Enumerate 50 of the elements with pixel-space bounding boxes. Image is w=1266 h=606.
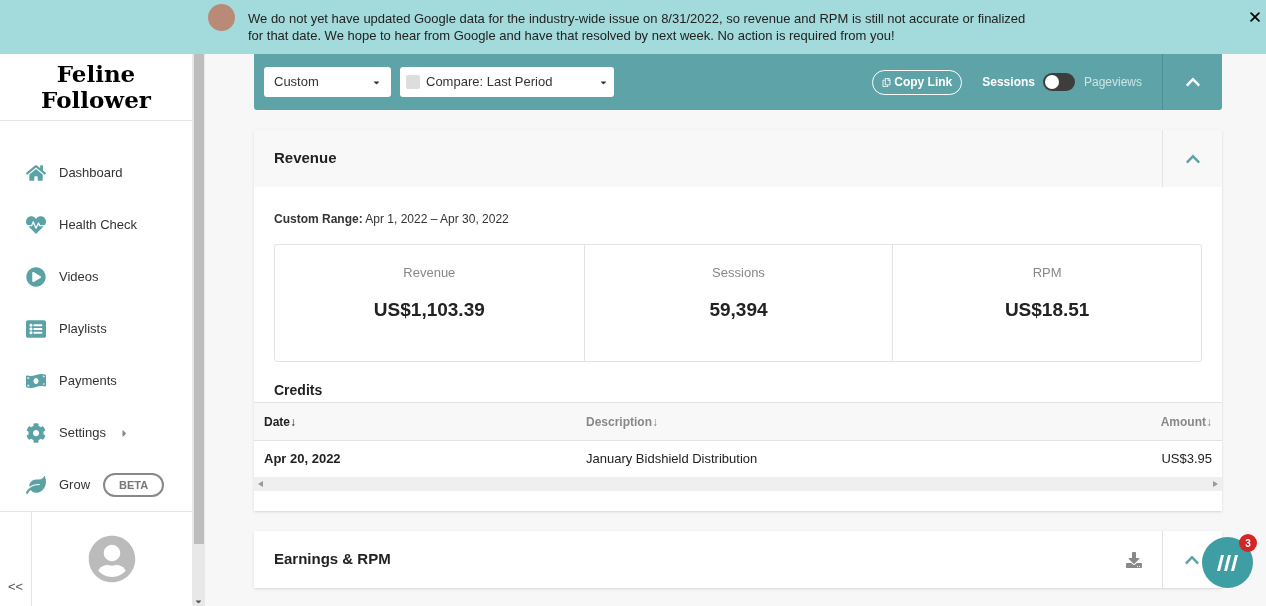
stat-value: US$18.51: [1004, 297, 1090, 322]
table-cell-text: January Bidshield Distribution: [586, 450, 759, 469]
collapse-button[interactable]: <<: [0, 512, 32, 606]
table-cell-text: Apr 20, 2022: [264, 450, 342, 469]
range-dropdown[interactable]: Custom: [264, 67, 391, 97]
home-icon: [26, 163, 46, 183]
scroll-left-icon[interactable]: [258, 481, 263, 487]
collapse-button[interactable]: [1162, 531, 1200, 588]
leaf-icon: [26, 475, 46, 495]
banner-message: We do not yet have updated Google data for the industry-wide issue on 8/31/2022, so revenue and RPM is still not accurate or finalized for that date. We hope to hear from Google and have that resolved by next week. No action is required from you!: [248, 10, 1027, 44]
notification-badge: 3: [1239, 534, 1257, 552]
metric-toggle[interactable]: [1042, 73, 1075, 91]
sidebar-item[interactable]: Health Check: [26, 213, 192, 237]
card-title: Revenue: [274, 148, 338, 169]
download-icon: [1126, 551, 1142, 568]
section-title: Credits: [274, 382, 323, 398]
toggle-label: Pageviews: [1083, 74, 1142, 91]
stat-label: RPM: [1032, 264, 1062, 282]
stat-label: Revenue: [403, 264, 456, 282]
sidebar-item[interactable]: Grow BETA: [26, 473, 192, 497]
logo: Feline Follower: [40, 61, 152, 113]
stat-value: 59,394: [709, 297, 768, 322]
user-avatar-icon: [88, 535, 136, 583]
stat-value: US$1,103.39: [373, 297, 485, 322]
stat-label: Sessions: [712, 264, 765, 282]
list-icon: [26, 319, 46, 339]
beta-badge: BETA: [103, 472, 165, 498]
range-text: Custom Range: Apr 1, 2022 – Apr 30, 2022: [274, 212, 509, 226]
sidebar-item[interactable]: Dashboard: [26, 161, 192, 185]
compare-dropdown[interactable]: Compare: Last Period: [400, 67, 614, 97]
toggle-label: Sessions: [982, 74, 1035, 91]
scrollbar-thumb[interactable]: [193, 54, 204, 544]
column-header[interactable]: Date↓: [264, 412, 586, 431]
sidebar-item[interactable]: Videos: [26, 265, 192, 289]
table-cell-text: US$3.95: [1161, 450, 1212, 469]
copy-icon: [882, 77, 892, 87]
settings-icon: [26, 423, 46, 443]
chat-logo-icon: [1214, 552, 1241, 573]
scroll-right-icon[interactable]: [1213, 481, 1218, 487]
money-icon: [26, 371, 46, 391]
scroll-down-icon: [194, 597, 203, 606]
avatar-icon: [208, 4, 235, 31]
card-title: Earnings & RPM: [274, 549, 392, 570]
sidebar-item[interactable]: Payments: [26, 369, 192, 393]
sidebar-item[interactable]: Playlists: [26, 317, 192, 341]
horizontal-scrollbar[interactable]: [254, 477, 1222, 491]
sidebar-item[interactable]: Settings: [26, 421, 192, 445]
heartbeat-icon: [26, 215, 46, 235]
play-icon: [26, 267, 46, 287]
compare-checkbox[interactable]: [406, 75, 420, 89]
